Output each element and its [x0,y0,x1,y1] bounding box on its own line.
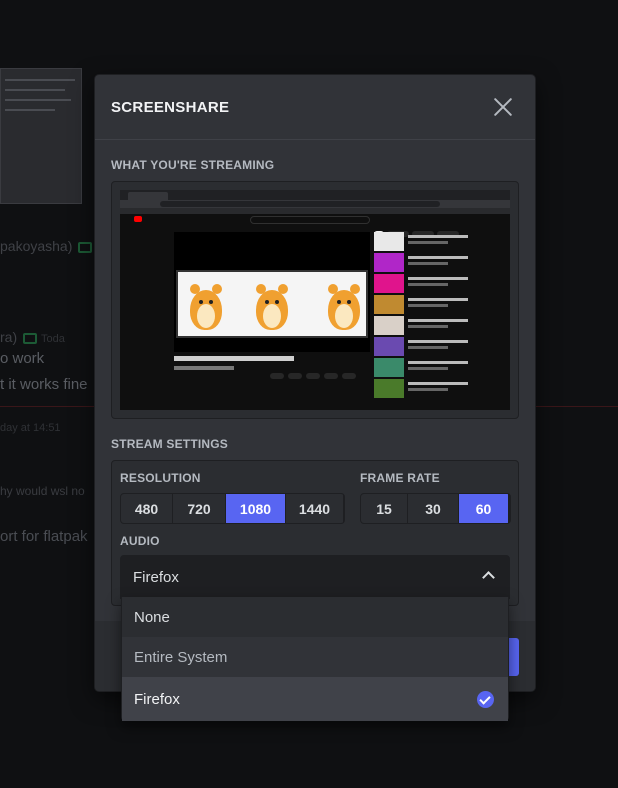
stream-settings-label: STREAM SETTINGS [111,437,229,451]
resolution-1440-button[interactable]: 1440 [286,494,343,523]
stream-settings-panel: RESOLUTION 480 720 1080 1440 FRAME RATE … [111,460,519,606]
audio-select-value: Firefox [133,569,179,586]
background-username: pakoyasha) [0,238,93,254]
screen-icon [78,241,93,253]
resolution-selector: 480 720 1080 1440 [120,493,345,524]
audio-dropdown-menu: None Entire System Firefox [121,597,509,721]
frame-rate-30-button[interactable]: 30 [408,494,458,523]
background-window-thumbnail [0,68,82,204]
close-icon[interactable] [493,97,513,117]
modal-title: SCREENSHARE [111,99,230,116]
check-circle-icon [477,691,494,708]
frame-rate-15-button[interactable]: 15 [361,494,407,523]
stream-preview-image [120,190,510,410]
modal-header: SCREENSHARE [95,75,535,140]
resolution-480-button[interactable]: 480 [121,494,172,523]
chevron-up-icon [482,571,495,584]
screen-icon [23,332,38,344]
audio-option-none[interactable]: None [122,597,508,637]
audio-option-firefox-label: Firefox [134,690,180,708]
resolution-720-button[interactable]: 720 [173,494,225,523]
resolution-label: RESOLUTION [120,471,201,485]
background-message: o work [0,350,45,367]
audio-label: AUDIO [120,534,160,548]
background-username: ra) Toda [0,329,65,345]
frame-rate-60-button[interactable]: 60 [459,494,508,523]
background-message: ort for flatpak [0,528,88,545]
frame-rate-label: FRAME RATE [360,471,440,485]
background-message: t it works fine [0,376,88,393]
stream-preview [111,181,519,419]
frame-rate-selector: 15 30 60 [360,493,511,524]
audio-option-entire-system[interactable]: Entire System [122,637,508,677]
background-timestamp: day at 14:51 [0,422,61,434]
streaming-section-label: WHAT YOU'RE STREAMING [111,158,275,172]
audio-select[interactable]: Firefox [120,555,510,599]
background-message: hy would wsl no [0,484,85,498]
audio-option-firefox[interactable]: Firefox [122,677,508,721]
resolution-1080-button[interactable]: 1080 [226,494,285,523]
